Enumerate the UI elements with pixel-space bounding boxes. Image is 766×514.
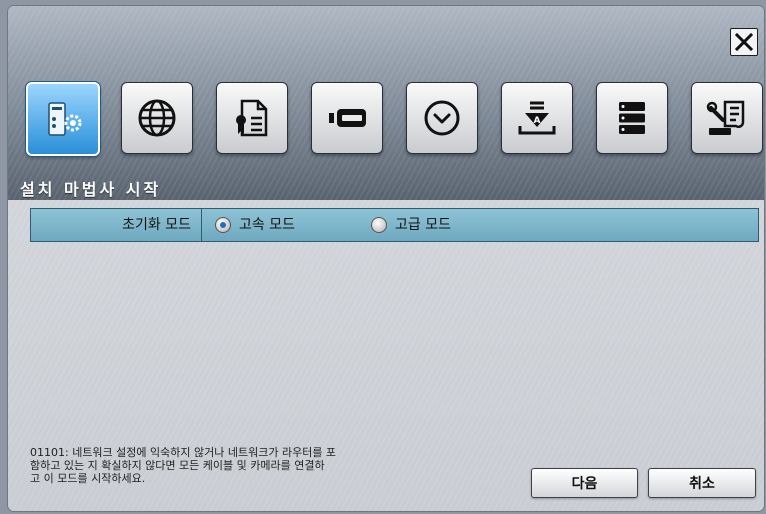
cancel-button[interactable]: 취소 — [648, 468, 756, 498]
init-mode-label: 초기화 모드 — [31, 209, 202, 241]
license-button[interactable] — [216, 82, 288, 154]
setup-wizard-window: A 설치 마법사 시작 초기화 모드 고속 모드 고급 모드 01101: 네트… — [8, 6, 764, 511]
storage-button[interactable] — [311, 82, 383, 154]
page-title: 설치 마법사 시작 — [20, 180, 162, 199]
help-text: 01101: 네트워크 설정에 익숙하지 않거나 네트워크가 라우터를 포 함하… — [30, 446, 337, 485]
certificate-icon — [236, 99, 268, 137]
fast-mode-label[interactable]: 고속 모드 — [239, 209, 295, 241]
download-icon: A — [518, 101, 556, 135]
next-button[interactable]: 다음 — [531, 468, 638, 498]
server-rack-icon — [619, 102, 645, 134]
close-button[interactable] — [730, 28, 758, 56]
firmware-button[interactable]: A — [501, 82, 573, 154]
maintenance-button[interactable] — [691, 82, 763, 154]
server-setup-icon — [48, 102, 82, 136]
server-button[interactable] — [596, 82, 668, 154]
server-setup-button[interactable] — [26, 82, 100, 156]
globe-icon — [138, 99, 176, 137]
advanced-mode-label[interactable]: 고급 모드 — [395, 209, 451, 241]
clock-icon — [424, 100, 460, 136]
network-button[interactable] — [121, 82, 193, 154]
storage-device-icon — [329, 109, 366, 127]
svg-text:A: A — [534, 116, 541, 126]
advanced-mode-radio[interactable] — [371, 217, 387, 233]
time-button[interactable] — [406, 82, 478, 154]
tools-icon — [706, 100, 745, 135]
close-icon — [735, 33, 753, 51]
init-mode-row: 초기화 모드 고속 모드 고급 모드 — [30, 208, 759, 242]
fast-mode-radio[interactable] — [215, 217, 231, 233]
wizard-header: A 설치 마법사 시작 — [8, 6, 764, 200]
